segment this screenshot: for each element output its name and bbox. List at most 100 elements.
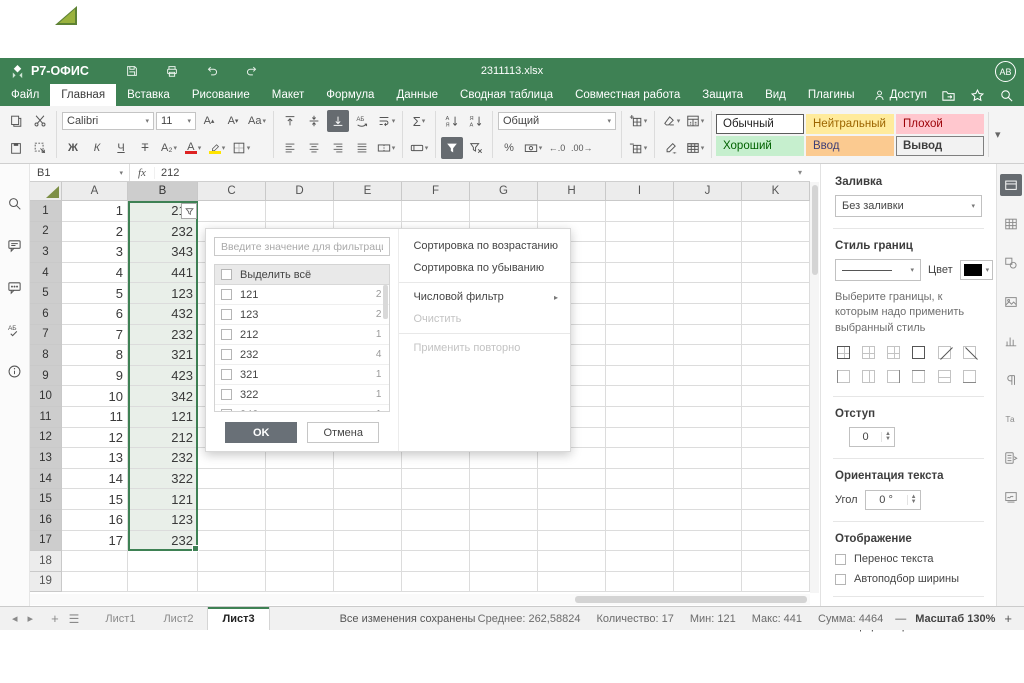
cell-B13[interactable]: 232	[128, 448, 198, 469]
border-color-select[interactable]: ▾	[960, 260, 994, 280]
cell-H16[interactable]	[538, 510, 606, 531]
border-all-button[interactable]	[835, 344, 852, 361]
tab-Рисование[interactable]: Рисование	[181, 84, 261, 106]
tab-Данные[interactable]: Данные	[385, 84, 449, 106]
cell-I3[interactable]	[606, 242, 674, 263]
border-bottom-button[interactable]	[961, 368, 978, 385]
tab-Сводная таблица[interactable]: Сводная таблица	[449, 84, 564, 106]
cell-J7[interactable]	[674, 325, 742, 346]
filter-value-row-342[interactable]: 3421	[215, 405, 389, 412]
filter-value-row-321[interactable]: 3211	[215, 365, 389, 385]
row-header-17[interactable]: 17	[30, 531, 62, 552]
cell-J13[interactable]	[674, 448, 742, 469]
cell-E1[interactable]	[334, 201, 402, 222]
cell-I15[interactable]	[606, 489, 674, 510]
value-checkbox[interactable]	[221, 309, 232, 320]
border-top-button[interactable]	[910, 368, 927, 385]
cell-F17[interactable]	[402, 531, 470, 552]
text-art-icon[interactable]: Та	[1000, 408, 1022, 430]
prev-sheet-button[interactable]: ◂	[12, 612, 18, 625]
cell-I1[interactable]	[606, 201, 674, 222]
column-header-E[interactable]: E	[334, 182, 402, 201]
column-header-J[interactable]: J	[674, 182, 742, 201]
tab-Файл[interactable]: Файл	[0, 84, 50, 106]
cell-settings-icon[interactable]	[1000, 174, 1022, 196]
cell-I19[interactable]	[606, 572, 674, 593]
row-header-8[interactable]: 8	[30, 345, 62, 366]
currency-style-button[interactable]: ▾	[522, 137, 544, 159]
cell-J12[interactable]	[674, 428, 742, 449]
cell-J8[interactable]	[674, 345, 742, 366]
format-table-button[interactable]: ▾	[684, 137, 706, 159]
zoom-out-button[interactable]: —	[895, 613, 906, 625]
border-right-button[interactable]	[885, 368, 902, 385]
cell-A2[interactable]: 2	[62, 222, 128, 243]
cell-J17[interactable]	[674, 531, 742, 552]
cell-I5[interactable]	[606, 283, 674, 304]
spellcheck-icon[interactable]: АБ	[4, 320, 26, 338]
next-sheet-button[interactable]: ▸	[28, 612, 34, 625]
cell-F16[interactable]	[402, 510, 470, 531]
filter-value-row-322[interactable]: 3221	[215, 385, 389, 405]
cancel-button[interactable]: Отмена	[307, 422, 379, 443]
wrap-text-checkbox[interactable]: Перенос текста	[835, 553, 982, 565]
cond-format-button[interactable]: ▾	[684, 110, 706, 132]
increase-font-button[interactable]: А▴	[198, 110, 220, 132]
align-center-icon[interactable]	[303, 137, 325, 159]
cell-A18[interactable]	[62, 551, 128, 572]
value-checkbox[interactable]	[221, 369, 232, 380]
comments-icon[interactable]	[4, 236, 26, 254]
sort-ascending-icon[interactable]: АЯ	[441, 110, 463, 132]
cell-G14[interactable]	[470, 469, 538, 490]
column-header-C[interactable]: C	[198, 182, 266, 201]
row-header-12[interactable]: 12	[30, 428, 62, 449]
cell-A13[interactable]: 13	[62, 448, 128, 469]
insert-function-button[interactable]: fx	[130, 167, 155, 179]
tab-Главная[interactable]: Главная	[50, 84, 116, 106]
row-header-1[interactable]: 1	[30, 201, 62, 222]
valign-bottom-icon[interactable]	[327, 110, 349, 132]
image-icon[interactable]	[1000, 291, 1022, 313]
cell-A14[interactable]: 14	[62, 469, 128, 490]
cell-F1[interactable]	[402, 201, 470, 222]
cell-B10[interactable]: 342	[128, 386, 198, 407]
border-line-select[interactable]: ▾	[835, 259, 921, 281]
cell-K19[interactable]	[742, 572, 810, 593]
sheet-tab-Лист2[interactable]: Лист2	[149, 607, 207, 630]
change-case-button[interactable]: Аа▾	[246, 110, 268, 132]
number-format-select[interactable]: Общий▾	[498, 112, 616, 130]
cell-K4[interactable]	[742, 263, 810, 284]
cell-E18[interactable]	[334, 551, 402, 572]
subscript-button[interactable]: А₂▾	[158, 137, 180, 159]
cell-J1[interactable]	[674, 201, 742, 222]
cell-C14[interactable]	[198, 469, 266, 490]
format-painter-icon[interactable]	[660, 137, 682, 159]
cell-J15[interactable]	[674, 489, 742, 510]
delete-cells-button[interactable]: ▾	[627, 137, 649, 159]
autofit-checkbox[interactable]: Автоподбор ширины	[835, 573, 982, 585]
cell-J16[interactable]	[674, 510, 742, 531]
clear-filter-icon[interactable]	[465, 137, 487, 159]
cell-B12[interactable]: 212	[128, 428, 198, 449]
cell-F15[interactable]	[402, 489, 470, 510]
cell-B17[interactable]: 232	[128, 531, 198, 552]
border-outer-button[interactable]	[910, 344, 927, 361]
cell-style-Обычный[interactable]: Обычный	[716, 114, 804, 134]
clear-button[interactable]: ▾	[660, 110, 682, 132]
wrap-text-button[interactable]: ▾	[375, 110, 397, 132]
select-all-corner[interactable]	[30, 182, 62, 201]
cell-J5[interactable]	[674, 283, 742, 304]
underline-button[interactable]: Ч	[110, 137, 132, 159]
formula-input[interactable]: 212	[155, 167, 179, 179]
filter-search-input[interactable]	[214, 237, 390, 256]
table-icon[interactable]	[1000, 213, 1022, 235]
cell-H19[interactable]	[538, 572, 606, 593]
cell-B18[interactable]	[128, 551, 198, 572]
tab-Плагины[interactable]: Плагины	[797, 84, 866, 106]
select-all-checkbox[interactable]	[221, 269, 232, 280]
cell-I16[interactable]	[606, 510, 674, 531]
cell-H18[interactable]	[538, 551, 606, 572]
cell-G16[interactable]	[470, 510, 538, 531]
cell-B7[interactable]: 232	[128, 325, 198, 346]
merge-cells-button[interactable]: ▾	[375, 137, 397, 159]
